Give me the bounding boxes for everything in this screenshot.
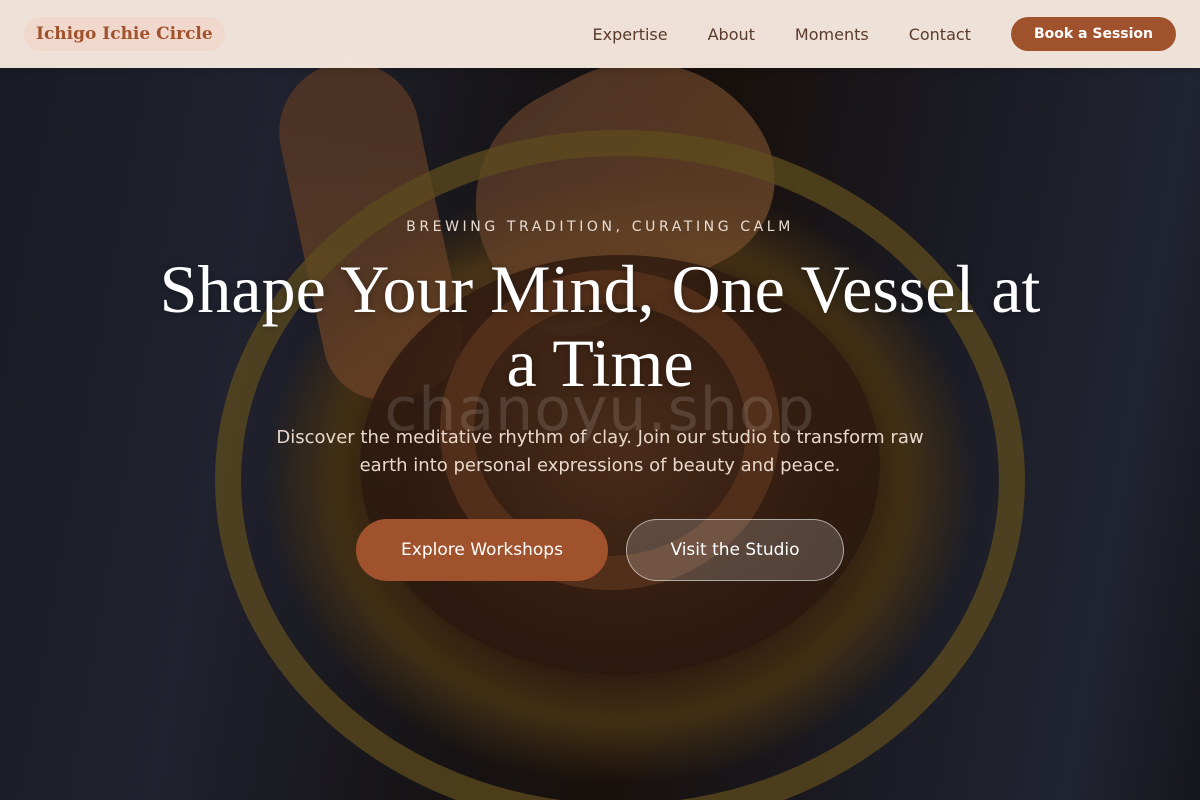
nav-link-contact[interactable]: Contact — [909, 25, 971, 44]
nav-link-expertise[interactable]: Expertise — [593, 25, 668, 44]
hero-subtitle: Discover the meditative rhythm of clay. … — [276, 427, 924, 476]
hero-eyebrow: BREWING TRADITION, CURATING CALM — [406, 219, 794, 235]
book-session-button[interactable]: Book a Session — [1010, 17, 1176, 51]
top-navbar: Ichigo Ichie Circle Expertise About Mome… — [0, 0, 1200, 68]
nav-links: Expertise About Moments Contact — [593, 25, 971, 44]
explore-workshops-button[interactable]: Explore Workshops — [356, 519, 608, 581]
hero-content: BREWING TRADITION, CURATING CALM Shape Y… — [0, 0, 1200, 800]
hero-cta-group: Explore Workshops Visit the Studio — [0, 519, 1200, 581]
nav-link-moments[interactable]: Moments — [795, 25, 869, 44]
nav-link-about[interactable]: About — [708, 25, 755, 44]
visit-studio-button[interactable]: Visit the Studio — [626, 519, 844, 581]
brand-logo[interactable]: Ichigo Ichie Circle — [24, 17, 225, 51]
